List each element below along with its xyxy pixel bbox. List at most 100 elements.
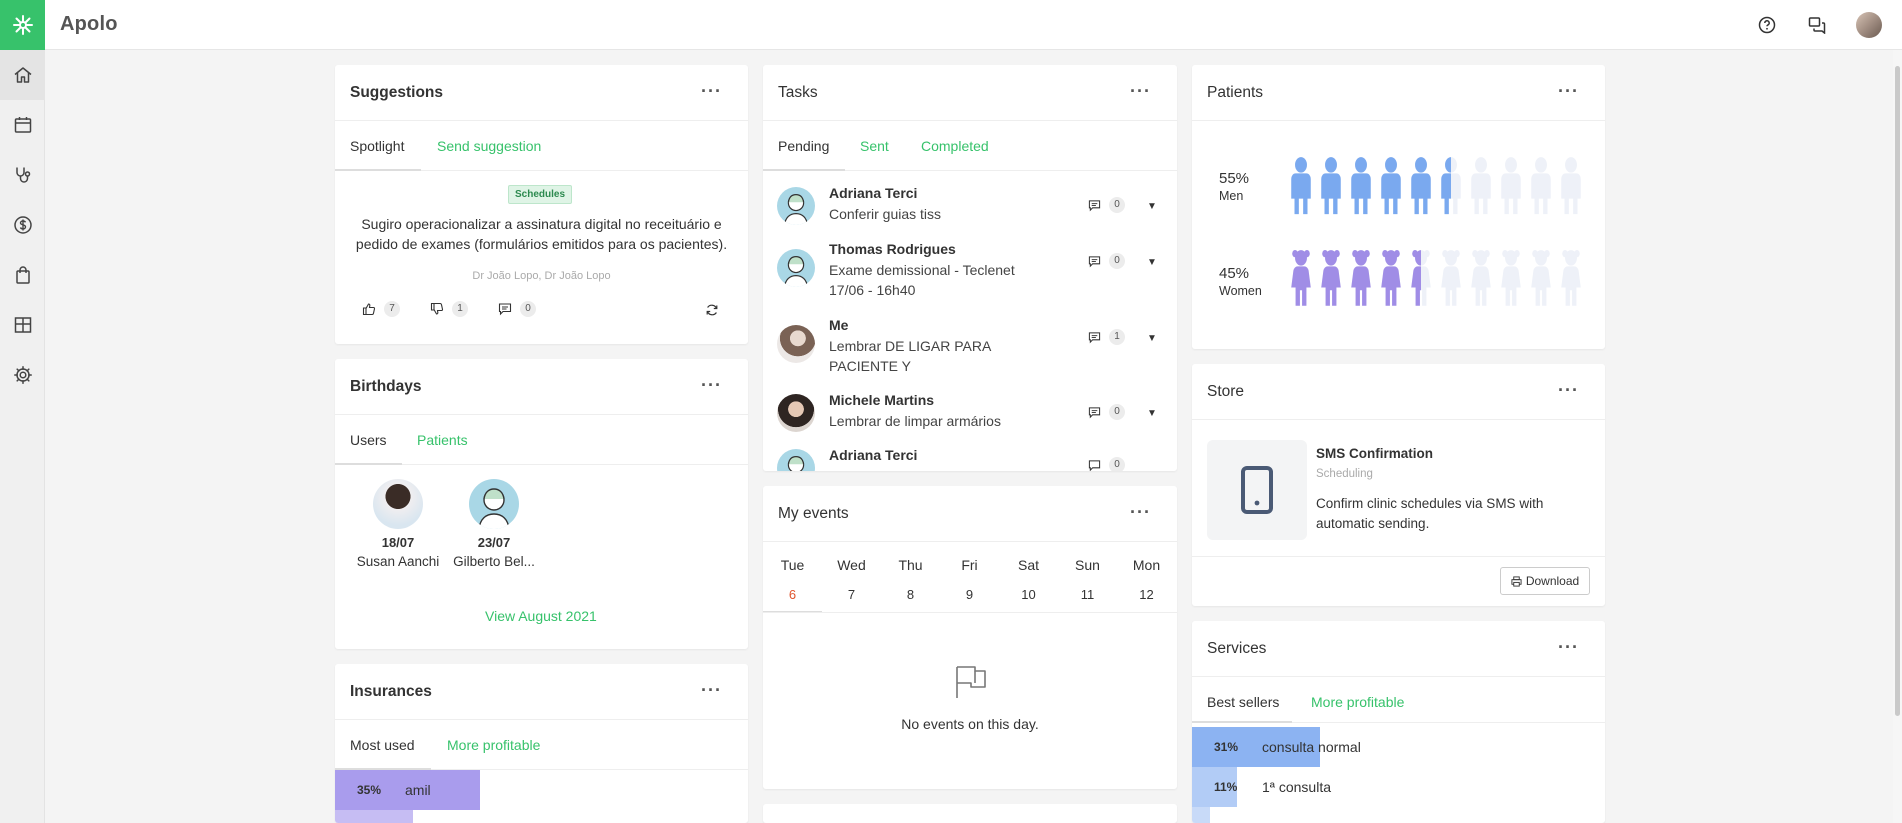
- day-of-week: Fri: [961, 557, 978, 573]
- task-item[interactable]: Adriana Terci 0: [763, 447, 1177, 471]
- female-figure-icon: [1288, 248, 1314, 310]
- insurances-menu-button[interactable]: ···: [701, 680, 722, 701]
- calendar-day[interactable]: Mon 12: [1117, 557, 1176, 602]
- insurance-bar-row[interactable]: 35% amil: [335, 770, 748, 810]
- no-events-text: No events on this day.: [901, 716, 1039, 732]
- tab-more-profitable[interactable]: More profitable: [447, 737, 540, 753]
- messages-button[interactable]: [1802, 10, 1832, 40]
- tab-underline: [335, 463, 402, 465]
- patients-card: Patients ··· 55% Men 45% Women: [1192, 65, 1605, 349]
- calendar-day[interactable]: Wed 7: [822, 557, 881, 602]
- task-comments[interactable]: 0: [1088, 404, 1125, 420]
- suggestion-author: Dr João Lopo, Dr João Lopo: [472, 270, 611, 282]
- sidebar-item-finance[interactable]: [0, 200, 45, 250]
- birthday-name: Susan Aanchi: [356, 554, 440, 569]
- calendar-day[interactable]: Sun 11: [1058, 557, 1117, 602]
- tab-users[interactable]: Users: [350, 432, 387, 448]
- tab-pending[interactable]: Pending: [778, 138, 829, 154]
- task-comments[interactable]: 1: [1088, 329, 1125, 345]
- insurances-title: Insurances: [350, 683, 432, 700]
- comment-icon: [498, 303, 512, 316]
- suggestions-menu-button[interactable]: ···: [701, 81, 722, 102]
- tab-sent[interactable]: Sent: [860, 138, 889, 154]
- sidebar-item-settings[interactable]: [0, 350, 45, 400]
- user-avatar[interactable]: [1856, 12, 1882, 38]
- suggestions-tabs: Spotlight Send suggestion: [335, 121, 748, 171]
- task-assignee: Adriana Terci: [829, 447, 918, 463]
- sidebar-item-clinical[interactable]: [0, 150, 45, 200]
- sidebar-item-home[interactable]: [0, 50, 45, 100]
- tab-send-suggestion[interactable]: Send suggestion: [437, 138, 541, 154]
- dislike-button[interactable]: 1: [430, 301, 468, 317]
- insurances-header: Insurances ···: [335, 664, 748, 720]
- avatar: [777, 249, 815, 287]
- tab-underline: [335, 169, 421, 171]
- sidebar-item-dashboard[interactable]: [0, 300, 45, 350]
- chevron-down-icon[interactable]: ▼: [1147, 201, 1157, 212]
- avatar: [373, 479, 423, 529]
- birthdays-menu-button[interactable]: ···: [701, 375, 722, 396]
- chevron-down-icon[interactable]: ▼: [1147, 408, 1157, 419]
- like-count: 7: [384, 301, 400, 317]
- default-avatar-icon: [783, 255, 809, 287]
- service-bar-row[interactable]: 31% consulta normal: [1192, 727, 1605, 767]
- comment-icon: [1088, 459, 1101, 471]
- tab-spotlight[interactable]: Spotlight: [350, 138, 404, 154]
- task-comments[interactable]: 0: [1088, 197, 1125, 213]
- tab-patients[interactable]: Patients: [417, 432, 468, 448]
- task-description: Lembrar de limpar armários: [829, 413, 1001, 429]
- logo[interactable]: [0, 0, 45, 50]
- calendar-day[interactable]: Fri 9: [940, 557, 999, 602]
- chevron-down-icon[interactable]: ▼: [1147, 333, 1157, 344]
- calendar-day[interactable]: Tue 6: [763, 557, 822, 602]
- comment-count: 0: [1109, 457, 1125, 471]
- download-label: Download: [1525, 574, 1580, 588]
- task-comments[interactable]: 0: [1088, 457, 1125, 471]
- tab-best-sellers[interactable]: Best sellers: [1207, 694, 1279, 710]
- store-menu-button[interactable]: ···: [1558, 380, 1579, 401]
- product-image[interactable]: [1207, 440, 1307, 540]
- male-figure-icon: [1408, 155, 1434, 217]
- services-menu-button[interactable]: ···: [1558, 637, 1579, 658]
- view-month-link[interactable]: View August 2021: [485, 608, 597, 624]
- product-name[interactable]: SMS Confirmation: [1316, 446, 1433, 461]
- dislike-count: 1: [452, 301, 468, 317]
- comment-icon: [1088, 199, 1101, 211]
- page-scrollbar-thumb[interactable]: [1895, 66, 1900, 716]
- male-figure-icon: [1498, 155, 1524, 217]
- tab-completed[interactable]: Completed: [921, 138, 989, 154]
- download-button[interactable]: Download: [1500, 567, 1590, 595]
- divider: [1192, 556, 1605, 557]
- comment-button[interactable]: 0: [498, 301, 536, 317]
- patients-menu-button[interactable]: ···: [1558, 81, 1579, 102]
- sidebar-item-calendar[interactable]: [0, 100, 45, 150]
- birthdays-card: Birthdays ··· Users Patients 18/07 Susan…: [335, 359, 748, 649]
- help-button[interactable]: [1752, 10, 1782, 40]
- service-bar-row[interactable]: 11% 1ª consulta: [1192, 767, 1605, 807]
- like-button[interactable]: 7: [362, 301, 400, 317]
- task-comments[interactable]: 0: [1088, 253, 1125, 269]
- chevron-down-icon[interactable]: ▼: [1147, 257, 1157, 268]
- calendar-day[interactable]: Sat 10: [999, 557, 1058, 602]
- birthday-person[interactable]: 23/07 Gilberto Bel...: [444, 479, 544, 569]
- male-figure-icon: [1558, 155, 1584, 217]
- tab-more-profitable[interactable]: More profitable: [1311, 694, 1404, 710]
- logo-icon: [12, 15, 33, 35]
- female-figure-icon: [1348, 248, 1374, 310]
- thumbs-up-icon: [362, 303, 376, 316]
- tasks-menu-button[interactable]: ···: [1130, 81, 1151, 102]
- birthday-person[interactable]: 18/07 Susan Aanchi: [348, 479, 448, 569]
- comment-icon: [1088, 255, 1101, 267]
- calendar-day[interactable]: Thu 8: [881, 557, 940, 602]
- day-number: 11: [1080, 587, 1095, 602]
- avatar: [777, 187, 815, 225]
- tasks-card: Tasks ··· Pending Sent Completed Adriana…: [763, 65, 1177, 471]
- events-menu-button[interactable]: ···: [1130, 502, 1151, 523]
- birthday-date: 18/07: [381, 535, 415, 550]
- male-figure-icon: [1378, 155, 1404, 217]
- print-icon: [1511, 575, 1522, 587]
- refresh-button[interactable]: [705, 303, 719, 322]
- sidebar-item-store[interactable]: [0, 250, 45, 300]
- dollar-icon: [13, 216, 32, 234]
- tab-most-used[interactable]: Most used: [350, 737, 415, 753]
